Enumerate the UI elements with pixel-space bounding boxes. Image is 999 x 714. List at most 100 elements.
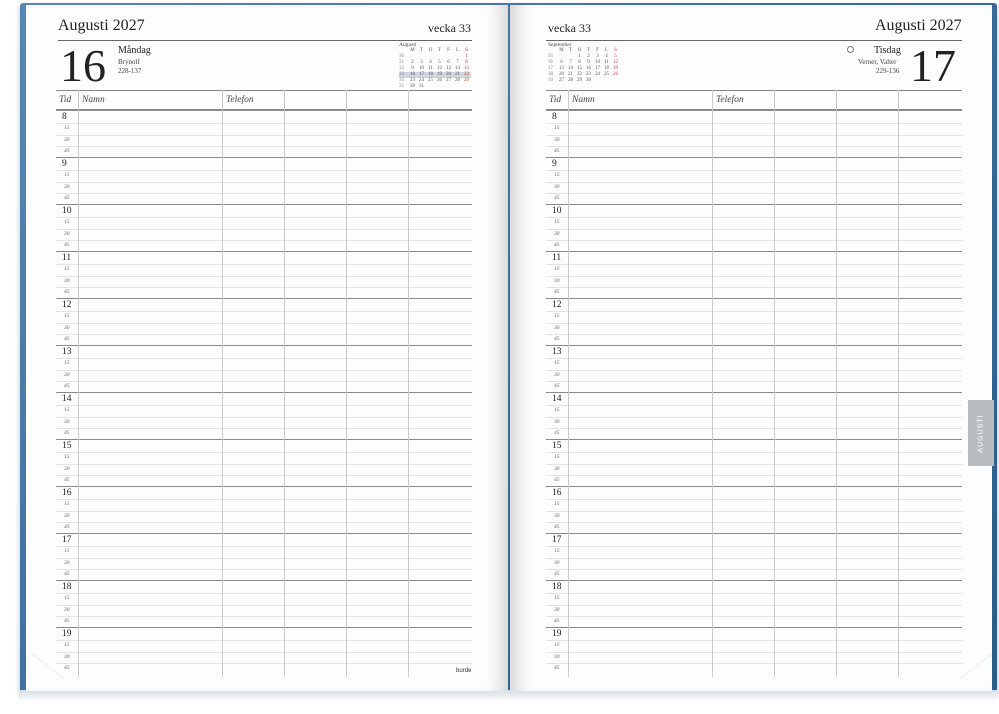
left-hour-block[interactable]: 14 15 30 45	[56, 392, 472, 439]
left-hour-block[interactable]: 13 15 30 45	[56, 345, 472, 392]
quarter-line: 15	[56, 639, 472, 648]
hour-label: 18	[62, 582, 72, 592]
minute-label: 15	[554, 359, 560, 366]
left-hour-block[interactable]: 18 15 30 45	[56, 580, 472, 627]
quarter-line: 45	[546, 522, 962, 530]
right-hour-block[interactable]: 10 15 30 45	[546, 204, 962, 251]
quarter-line: 30	[56, 275, 472, 284]
quarter-line: 15	[546, 592, 962, 601]
minute-label: 45	[554, 571, 560, 578]
right-hour-block[interactable]: 18 15 30 45	[546, 580, 962, 627]
hour-label: 15	[62, 441, 72, 451]
right-page: vecka 33 Augusti 2027 September MTOTFLS …	[510, 5, 992, 691]
right-hour-block[interactable]: 15 15 30 45	[546, 439, 962, 486]
hour-label: 19	[62, 629, 72, 639]
left-hour-block[interactable]: 15 15 30 45	[56, 439, 472, 486]
left-column-divider	[346, 90, 347, 677]
minute-label: 30	[554, 559, 560, 566]
quarter-line: 45	[546, 428, 962, 436]
minute-label: 30	[554, 277, 560, 284]
left-hour-block[interactable]: 10 15 30 45	[56, 204, 472, 251]
minute-label: 45	[64, 289, 70, 296]
left-week-label: vecka 33	[428, 21, 471, 35]
quarter-line: 30	[56, 181, 472, 190]
left-column-divider	[78, 90, 79, 677]
minute-label: 30	[554, 230, 560, 237]
quarter-line: 45	[546, 569, 962, 577]
right-hour-block[interactable]: 16 15 30 45	[546, 486, 962, 533]
minute-label: 30	[64, 418, 70, 425]
quarter-line: 15	[546, 310, 962, 319]
minical-day	[593, 78, 602, 84]
hour-label: 8	[552, 112, 557, 122]
left-col-phone: Telefon	[226, 95, 254, 105]
left-hour-block[interactable]: 17 15 30 45	[56, 533, 472, 580]
left-page: Augusti 2027 vecka 33 16 Måndag Brynolf …	[26, 5, 508, 691]
quarter-line: 15	[56, 545, 472, 554]
minute-label: 15	[554, 594, 560, 601]
right-hour-block[interactable]: 8 15 30 45	[546, 110, 962, 157]
left-month-title: Augusti 2027	[58, 17, 145, 34]
left-hour-block[interactable]: 16 15 30 45	[56, 486, 472, 533]
minute-label: 30	[64, 559, 70, 566]
minute-label: 15	[554, 312, 560, 319]
hour-label: 17	[62, 535, 72, 545]
left-hour-block[interactable]: 12 15 30 45	[56, 298, 472, 345]
right-hour-block[interactable]: 17 15 30 45	[546, 533, 962, 580]
right-column-divider	[836, 90, 837, 677]
left-hour-block[interactable]: 9 15 30 45	[56, 157, 472, 204]
left-mini-calendar: Augusti MTOTFLS 30 1 31 2 3 4 5 6 7 8 32 9 10 11 12 13 1…	[399, 42, 471, 90]
hour-label: 16	[552, 488, 562, 498]
right-hour-block[interactable]: 14 15 30 45	[546, 392, 962, 439]
minute-label: 15	[64, 594, 70, 601]
quarter-line: 45	[546, 475, 962, 483]
hour-label: 13	[552, 347, 562, 357]
brand-logo: burde	[456, 668, 472, 674]
minute-label: 45	[554, 242, 560, 249]
quarter-line: 45	[546, 616, 962, 624]
minute-label: 45	[64, 524, 70, 531]
minute-label: 30	[64, 277, 70, 284]
quarter-line: 15	[546, 263, 962, 272]
right-day-name: Tisdag	[874, 45, 901, 56]
left-hour-block[interactable]: 11 15 30 45	[56, 251, 472, 298]
quarter-line: 45	[546, 381, 962, 389]
minute-label: 45	[64, 336, 70, 343]
quarter-line: 15	[56, 169, 472, 178]
quarter-line: 15	[546, 545, 962, 554]
quarter-line: 15	[546, 122, 962, 131]
minute-label: 30	[554, 465, 560, 472]
right-day-of-year: 229-136	[876, 67, 900, 75]
right-name-day: Verner, Valter	[858, 58, 897, 66]
minute-label: 15	[64, 547, 70, 554]
right-hour-block[interactable]: 9 15 30 45	[546, 157, 962, 204]
moon-phase-icon	[847, 46, 854, 53]
minute-label: 15	[64, 406, 70, 413]
left-hour-block[interactable]: 19 15 30 45	[56, 627, 472, 674]
quarter-line: 45	[56, 240, 472, 248]
left-col-name: Namn	[82, 95, 105, 105]
quarter-line: 45	[56, 287, 472, 295]
month-tab-augusti[interactable]: AUGUSTI	[968, 400, 994, 466]
minute-label: 15	[554, 453, 560, 460]
minute-label: 30	[554, 653, 560, 660]
quarter-line: 15	[56, 122, 472, 131]
minute-label: 30	[64, 512, 70, 519]
minute-label: 45	[64, 148, 70, 155]
left-header-rule	[58, 40, 472, 41]
right-hour-block[interactable]: 12 15 30 45	[546, 298, 962, 345]
left-hour-block[interactable]: 8 15 30 45	[56, 110, 472, 157]
right-hour-block[interactable]: 11 15 30 45	[546, 251, 962, 298]
right-header-rule	[546, 40, 962, 41]
quarter-line: 15	[56, 451, 472, 460]
minute-label: 45	[64, 618, 70, 625]
right-column-divider	[712, 90, 713, 677]
right-hour-block[interactable]: 19 15 30 45	[546, 627, 962, 674]
hour-label: 17	[552, 535, 562, 545]
minical-day: 27	[559, 78, 564, 83]
right-col-phone: Telefon	[716, 95, 744, 105]
right-hour-block[interactable]: 13 15 30 45	[546, 345, 962, 392]
quarter-line: 15	[546, 498, 962, 507]
quarter-line: 45	[56, 522, 472, 530]
quarter-line: 45	[56, 569, 472, 577]
